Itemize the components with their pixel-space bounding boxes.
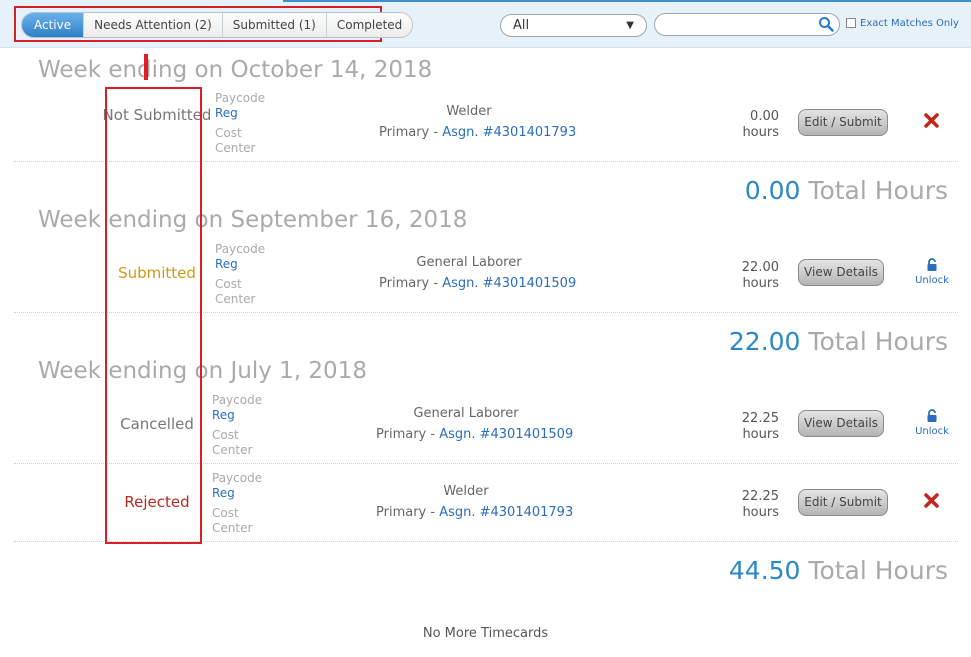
assignment-prefix: Primary -: [376, 505, 440, 520]
job-title: Welder: [443, 484, 489, 499]
week-heading: Week ending on July 1, 2018: [38, 358, 367, 384]
paycode-value: Reg: [215, 257, 238, 271]
tab-active[interactable]: Active: [22, 13, 84, 37]
unlock-label: Unlock: [915, 426, 949, 437]
unlock-link[interactable]: Unlock: [912, 409, 952, 437]
timecard-hours: 22.25 hours: [719, 489, 779, 521]
paycode-label: Paycode: [212, 393, 263, 407]
tab-needs-attention[interactable]: Needs Attention (2): [83, 13, 222, 37]
assignment-prefix: Primary -: [379, 276, 443, 291]
hours-value: 0.00: [750, 109, 779, 124]
exact-matches-option[interactable]: Exact Matches Only: [846, 18, 959, 29]
paycode-value: Reg: [212, 408, 235, 422]
assignment-link[interactable]: Asgn. #4301401509: [439, 427, 573, 442]
cost-center-label: Cost Center: [215, 277, 256, 306]
paycode-value: Reg: [212, 486, 235, 500]
status-tabs: Active Needs Attention (2) Submitted (1)…: [21, 12, 414, 38]
chevron-down-icon: ▼: [626, 20, 634, 31]
hours-unit: hours: [742, 427, 779, 442]
timecard-hours: 0.00 hours: [719, 109, 779, 141]
assignment-line: Primary - Asgn. #4301401509: [376, 427, 573, 442]
timecard-hours: 22.00 hours: [719, 260, 779, 292]
toolbar-accent-line: [283, 0, 971, 2]
paycode-label: Paycode: [215, 91, 266, 105]
timecard-hours: 22.25 hours: [719, 411, 779, 443]
total-hours-value: 44.50: [728, 556, 801, 585]
filter-select[interactable]: All ▼: [500, 14, 647, 37]
hours-unit: hours: [742, 276, 779, 291]
total-hours-value: 22.00: [728, 327, 801, 356]
hours-unit: hours: [742, 505, 779, 520]
search-input[interactable]: [654, 13, 840, 36]
hours-value: 22.25: [741, 489, 779, 504]
job-title: General Laborer: [416, 255, 522, 270]
cost-center-label: Cost Center: [212, 428, 253, 457]
unlock-icon: [927, 258, 937, 271]
week-heading: Week ending on September 16, 2018: [38, 207, 468, 233]
edit-submit-button[interactable]: Edit / Submit: [798, 109, 888, 136]
assignment-link[interactable]: Asgn. #4301401793: [439, 505, 573, 520]
week-total: 22.00 Total Hours: [729, 327, 948, 356]
assignment-link[interactable]: Asgn. #4301401793: [442, 125, 576, 140]
hours-value: 22.00: [741, 260, 779, 275]
total-hours-label: Total Hours: [808, 327, 948, 356]
assignment-line: Primary - Asgn. #4301401793: [379, 125, 576, 140]
tab-submitted[interactable]: Submitted (1): [221, 13, 326, 37]
cost-center-label: Cost Center: [212, 506, 253, 535]
exact-matches-label: Exact Matches Only: [860, 18, 959, 29]
hours-unit: hours: [742, 125, 779, 140]
week-heading: Week ending on October 14, 2018: [38, 57, 433, 83]
week-total: 44.50 Total Hours: [729, 556, 948, 585]
cost-center-label: Cost Center: [215, 126, 256, 155]
delete-icon[interactable]: [924, 493, 939, 508]
filter-select-value: All: [513, 18, 530, 33]
total-hours-label: Total Hours: [808, 176, 948, 205]
hours-value: 22.25: [741, 411, 779, 426]
unlock-label: Unlock: [915, 275, 949, 286]
job-title: Welder: [446, 104, 492, 119]
view-details-button[interactable]: View Details: [798, 410, 884, 437]
unlock-link[interactable]: Unlock: [912, 258, 952, 286]
exact-matches-checkbox[interactable]: [846, 18, 856, 28]
view-details-button[interactable]: View Details: [798, 259, 884, 286]
assignment-link[interactable]: Asgn. #4301401509: [442, 276, 576, 291]
paycode-value: Reg: [215, 106, 238, 120]
end-of-list-message: No More Timecards: [422, 626, 549, 641]
total-hours-value: 0.00: [744, 176, 801, 205]
paycode-label: Paycode: [212, 471, 263, 485]
unlock-icon: [927, 409, 937, 422]
text-cursor-marker: [144, 54, 148, 80]
assignment-line: Primary - Asgn. #4301401793: [376, 505, 573, 520]
job-title: General Laborer: [413, 406, 519, 421]
paycode-label: Paycode: [215, 242, 266, 256]
assignment-prefix: Primary -: [376, 427, 440, 442]
filter-toolbar: Active Needs Attention (2) Submitted (1)…: [0, 0, 971, 48]
total-hours-label: Total Hours: [808, 556, 948, 585]
assignment-line: Primary - Asgn. #4301401509: [379, 276, 576, 291]
delete-icon[interactable]: [924, 113, 939, 128]
assignment-prefix: Primary -: [379, 125, 443, 140]
tab-completed[interactable]: Completed: [325, 13, 413, 37]
search-icon[interactable]: [818, 16, 834, 36]
week-total: 0.00 Total Hours: [745, 176, 948, 205]
status-column-highlight: [105, 87, 202, 544]
edit-submit-button[interactable]: Edit / Submit: [798, 489, 888, 516]
